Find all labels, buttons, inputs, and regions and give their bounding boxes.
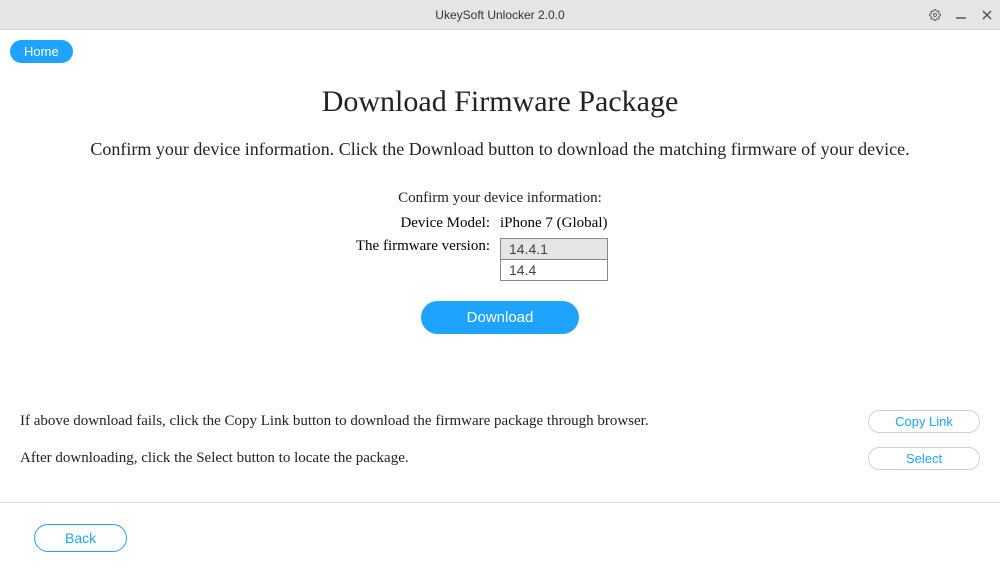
titlebar-title: UkeySoft Unlocker 2.0.0 [435,8,564,22]
copy-link-button[interactable]: Copy Link [868,410,980,433]
firmware-version-dropdown[interactable]: 14.4.1 14.4 [500,238,608,281]
home-button[interactable]: Home [10,40,73,63]
device-model-row: Device Model: iPhone 7 (Global) [0,215,1000,232]
copy-link-row: If above download fails, click the Copy … [20,410,980,433]
page-title: Download Firmware Package [0,85,1000,119]
bottom-section: If above download fails, click the Copy … [0,410,1000,484]
firmware-option[interactable]: 14.4 [500,260,608,281]
page-subtitle: Confirm your device information. Click t… [0,139,1000,160]
download-button[interactable]: Download [421,301,580,334]
device-model-value: iPhone 7 (Global) [500,215,670,232]
close-icon[interactable] [980,8,994,22]
select-button[interactable]: Select [868,447,980,470]
confirm-label: Confirm your device information: [0,190,1000,207]
copy-link-text: If above download fails, click the Copy … [20,413,649,430]
minimize-icon[interactable] [954,8,968,22]
footer-bar: Back [0,502,1000,572]
select-row: After downloading, click the Select butt… [20,447,980,470]
firmware-version-row: The firmware version: 14.4.1 14.4 [0,238,1000,281]
device-model-label: Device Model: [330,215,500,232]
back-button[interactable]: Back [34,524,127,552]
firmware-option-selected[interactable]: 14.4.1 [500,238,608,260]
main-content: Download Firmware Package Confirm your d… [0,30,1000,334]
titlebar: UkeySoft Unlocker 2.0.0 [0,0,1000,30]
firmware-version-label: The firmware version: [330,238,500,255]
settings-icon[interactable] [928,8,942,22]
titlebar-controls [928,0,994,29]
select-text: After downloading, click the Select butt… [20,450,409,467]
